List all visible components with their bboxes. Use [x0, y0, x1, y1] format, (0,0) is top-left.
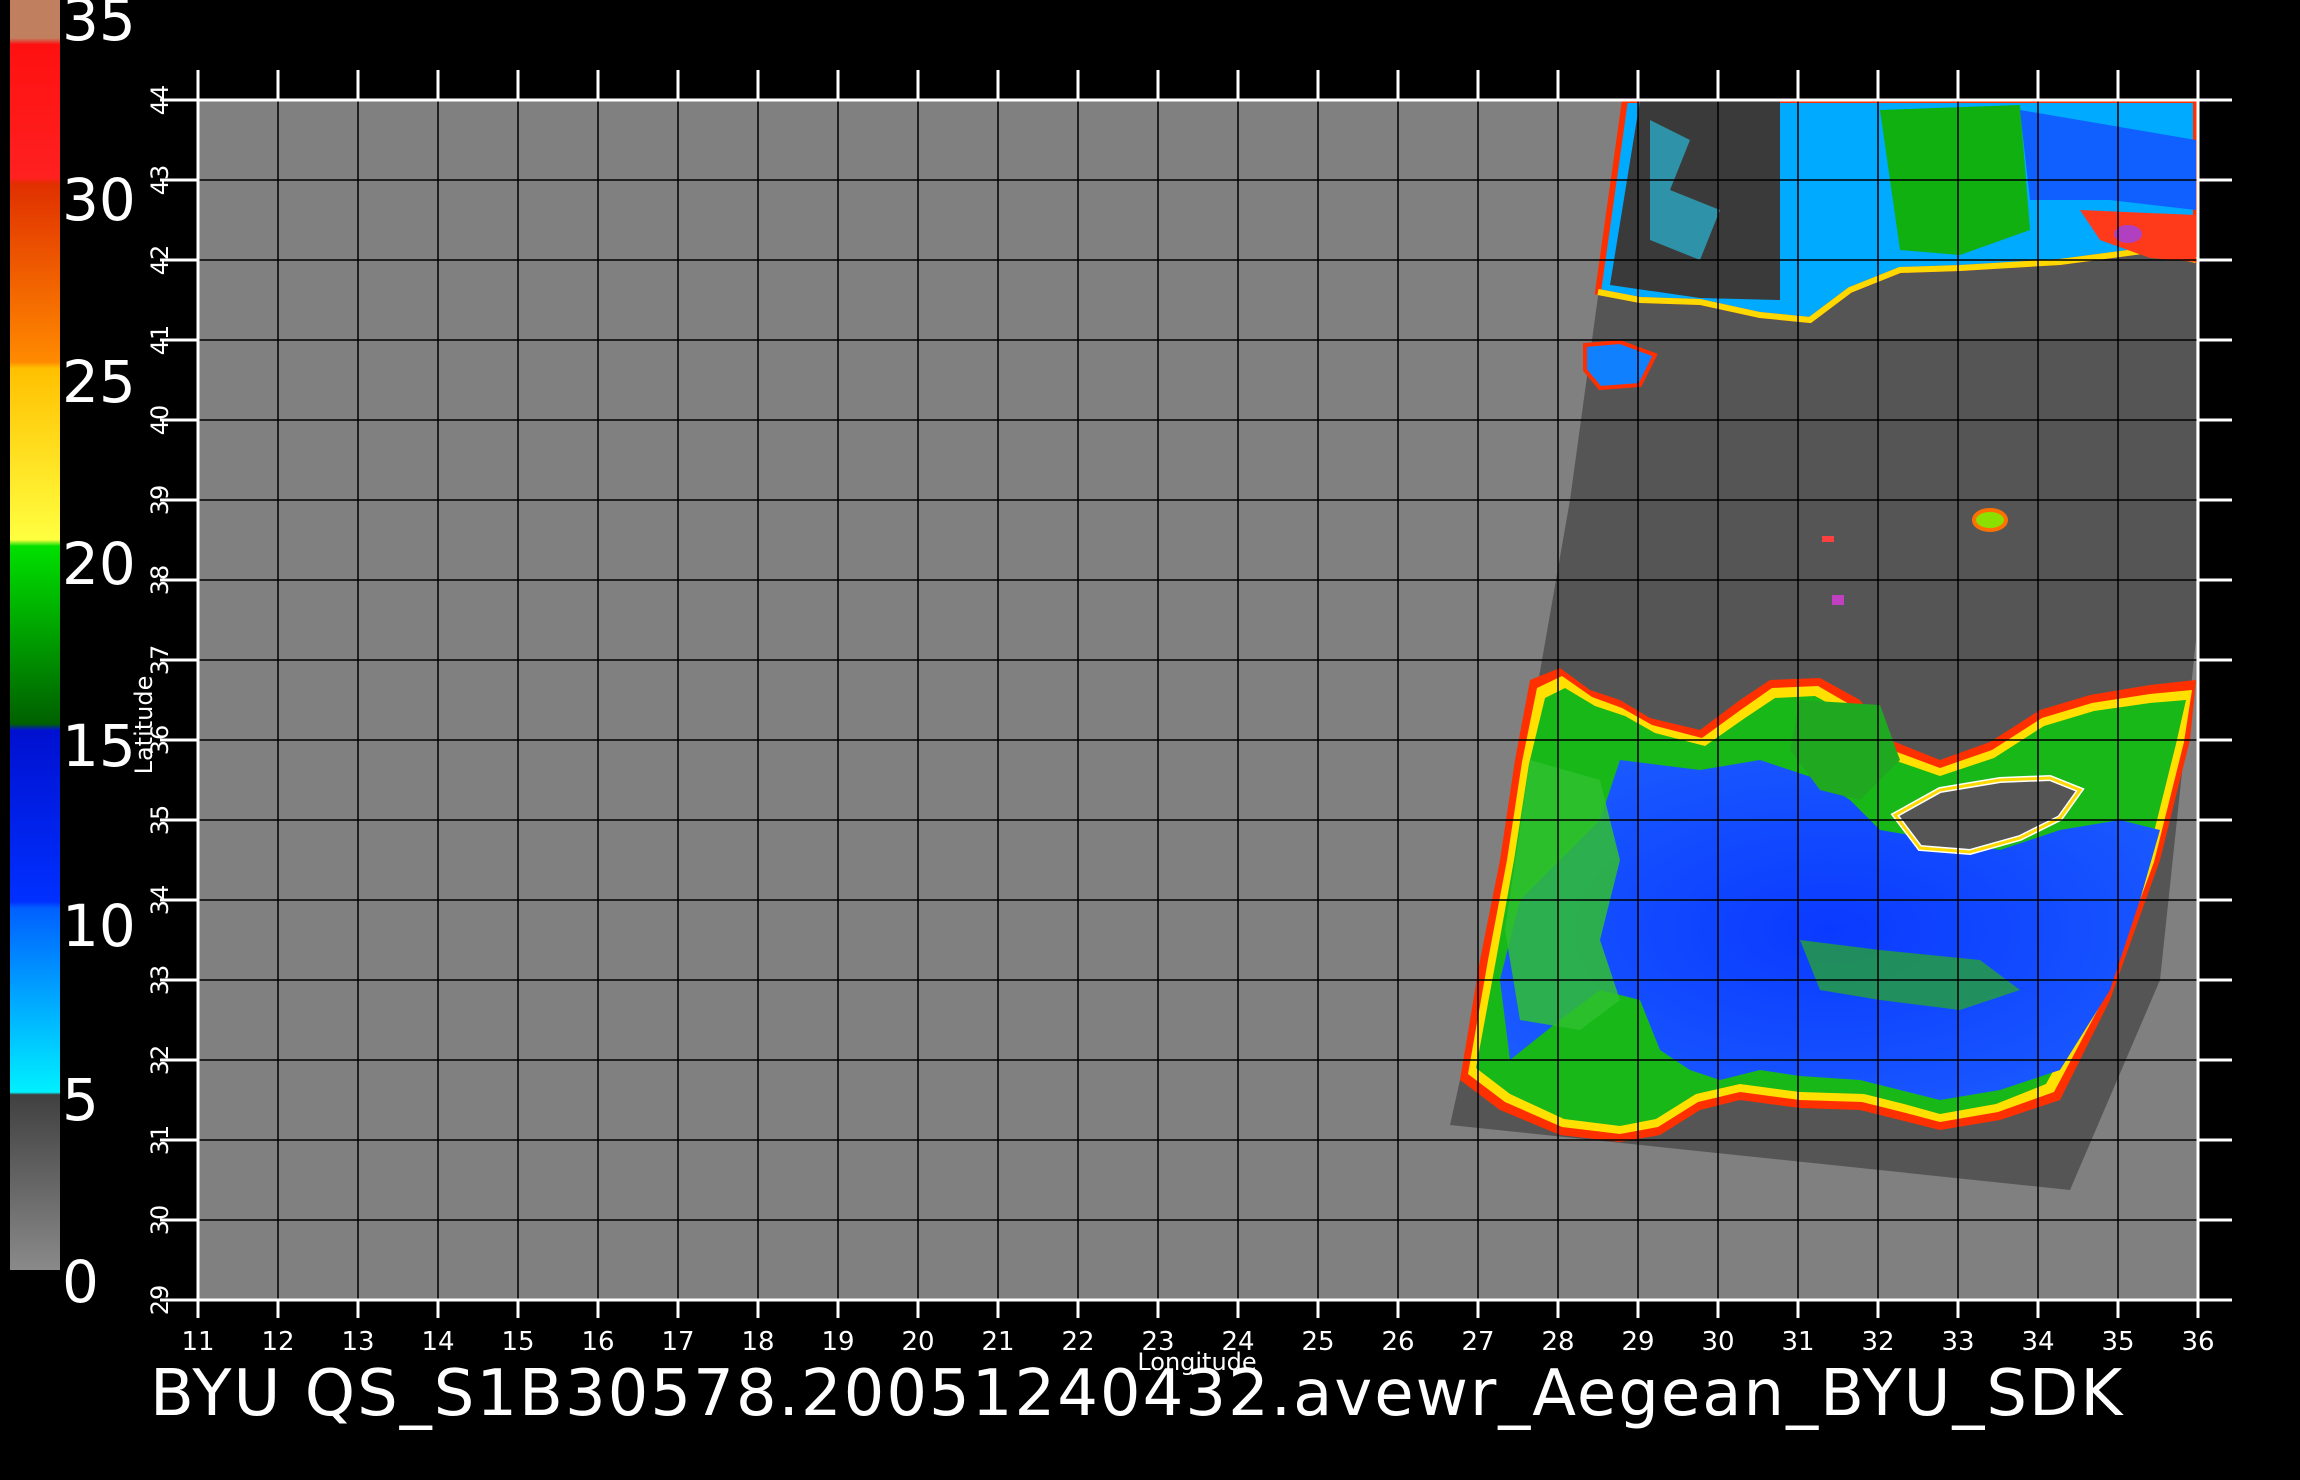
y-tick-label: 30: [146, 1205, 174, 1236]
colorbar: [10, 0, 60, 1270]
x-tick-label: 12: [261, 1327, 294, 1357]
x-tick-label: 18: [741, 1327, 774, 1357]
x-tick-label: 14: [421, 1327, 454, 1357]
y-tick-label: 42: [146, 245, 174, 276]
y-tick-label: 35: [146, 805, 174, 836]
x-tick-label: 25: [1301, 1327, 1334, 1357]
colorbar-label: 0: [62, 1248, 99, 1316]
footer-title: BYU QS_S1B30578.20051240432.avewr_Aegean…: [150, 1357, 2125, 1431]
x-tick-label: 15: [501, 1327, 534, 1357]
tiny-spot: [1832, 595, 1844, 605]
x-tick-label: 32: [1861, 1327, 1894, 1357]
colorbar-label: 10: [62, 892, 136, 960]
y-axis-label: Latitude: [130, 676, 158, 775]
y-tick-label: 31: [146, 1125, 174, 1156]
x-tick-label: 30: [1701, 1327, 1734, 1357]
y-tick-label: 29: [146, 1285, 174, 1316]
y-tick-label: 33: [146, 965, 174, 996]
colorbar-label: 35: [62, 0, 136, 54]
colorbar-bar: [10, 0, 60, 1270]
y-tick-label: 40: [146, 405, 174, 436]
x-tick-label: 20: [901, 1327, 934, 1357]
x-tick-label: 31: [1781, 1327, 1814, 1357]
y-tick-label: 44: [146, 85, 174, 116]
colorbar-label: 25: [62, 348, 136, 416]
y-tick-label: 37: [146, 645, 174, 676]
x-tick-label: 34: [2021, 1327, 2054, 1357]
y-tick-label: 38: [146, 565, 174, 596]
x-tick-label: 21: [981, 1327, 1014, 1357]
x-tick-label: 17: [661, 1327, 694, 1357]
x-tick-label: 33: [1941, 1327, 1974, 1357]
colorbar-label: 20: [62, 530, 136, 598]
y-tick-label: 34: [146, 885, 174, 916]
lake-spot: [1972, 508, 2008, 532]
colorbar-label: 15: [62, 712, 136, 780]
y-tick-label: 43: [146, 165, 174, 196]
colorbar-labels: 35 30 25 20 15 10 5 0: [62, 0, 136, 1316]
colorbar-label: 5: [62, 1066, 99, 1134]
x-tick-label: 28: [1541, 1327, 1574, 1357]
y-tick-label: 41: [146, 325, 174, 356]
x-tick-label: 27: [1461, 1327, 1494, 1357]
y-tick-label: 32: [146, 1045, 174, 1076]
x-tick-label: 29: [1621, 1327, 1654, 1357]
x-tick-label: 22: [1061, 1327, 1094, 1357]
colorbar-label: 30: [62, 166, 136, 234]
x-tick-label: 13: [341, 1327, 374, 1357]
x-tick-label: 35: [2101, 1327, 2134, 1357]
x-tick-label: 36: [2181, 1327, 2214, 1357]
tiny-spot: [1822, 536, 1834, 542]
x-tick-label: 16: [581, 1327, 614, 1357]
x-tick-label: 19: [821, 1327, 854, 1357]
x-tick-label: 11: [181, 1327, 214, 1357]
x-tick-label: 26: [1381, 1327, 1414, 1357]
y-tick-label: 39: [146, 485, 174, 516]
